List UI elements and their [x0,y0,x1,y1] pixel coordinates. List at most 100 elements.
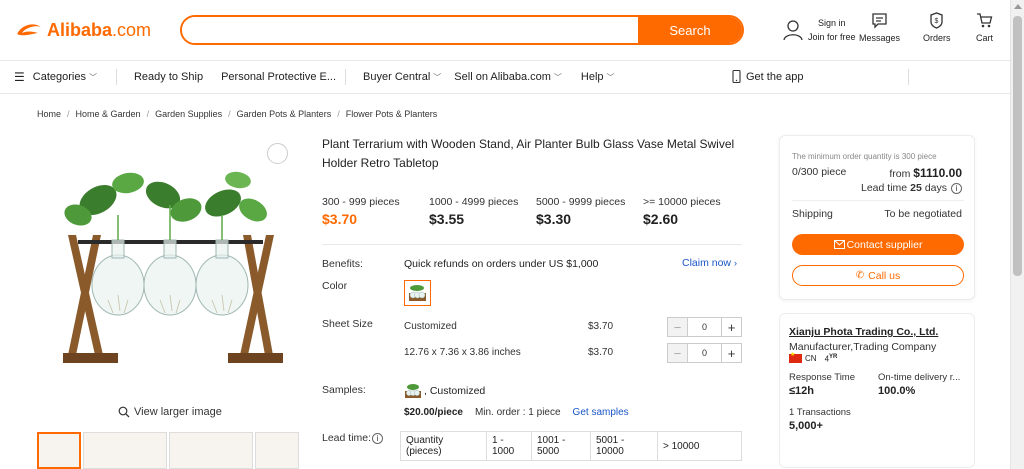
supplier-type: Manufacturer,Trading Company [789,341,937,353]
phone-icon: ✆ [855,270,865,281]
decrement-button[interactable]: − [667,343,688,363]
decrement-button[interactable]: − [667,317,688,337]
sample-thumbnail [405,384,421,398]
search-input[interactable] [182,17,638,43]
tier-quantity: 5000 - 9999 pieces [536,196,626,208]
tier-price: $3.30 [536,211,572,227]
breadcrumb-item[interactable]: Garden Pots & Planters [237,109,332,119]
phone-icon [732,70,741,83]
product-main-image[interactable] [58,155,283,385]
claim-now-link[interactable]: Claim now › [682,257,737,269]
sample-price: $20.00/piece [404,407,463,418]
signin-link[interactable]: Sign in Join for free [782,16,856,44]
price-tiers: 300 - 999 pieces $3.70 1000 - 4999 piece… [322,196,750,227]
supplier-name-link[interactable]: Xianju Phota Trading Co., Ltd. [789,326,938,338]
quantity-input[interactable]: 0 [688,317,721,337]
breadcrumb-item[interactable]: Home [37,109,61,119]
scroll-up-arrow-icon[interactable] [1014,4,1022,9]
messages-link[interactable]: Messages [859,12,900,43]
nav-help[interactable]: Help ﹀ [571,68,624,86]
logo-suffix: .com [112,19,152,40]
site-header: Alibaba .com Search Sign in Join for free… [0,0,1010,60]
breadcrumb-item[interactable]: Garden Supplies [155,109,222,119]
sample-option[interactable]: , Customized [404,383,485,399]
get-app-link[interactable]: Get the app [732,70,804,83]
breadcrumb-item[interactable]: Home & Garden [76,109,141,119]
breadcrumb-separator: / [146,109,150,119]
search-button[interactable]: Search [638,17,742,43]
color-option[interactable] [404,280,431,306]
nav-ready-to-ship[interactable]: Ready to Ship [117,68,212,86]
thumbnail-image[interactable] [169,432,253,469]
size-option-name: 12.76 x 7.36 x 3.86 inches [404,347,521,358]
scrollbar-thumb[interactable] [1013,16,1022,276]
increment-button[interactable]: + [721,317,742,337]
sheet-size-label: Sheet Size [322,318,373,330]
breadcrumb-item[interactable]: Flower Pots & Planters [346,109,438,119]
price-tier: >= 10000 pieces $2.60 [643,196,750,227]
get-samples-link[interactable]: Get samples [573,407,629,418]
nav-buyer-central[interactable]: Buyer Central ﹀ [346,68,450,86]
nav-ready-to-ship-label: Ready to Ship [133,71,204,83]
orders-label: Orders [923,33,951,43]
search-bar: Search [180,15,744,45]
thumbnail-image[interactable] [37,432,81,469]
info-icon[interactable]: i [951,182,962,194]
tier-price: $3.55 [429,211,465,227]
increment-button[interactable]: + [721,343,742,363]
china-flag-icon [789,351,802,364]
svg-text:$: $ [935,18,939,25]
response-time-value: ≤12h [789,385,814,397]
quantity-input[interactable]: 0 [688,343,721,363]
lead-time-table: Quantity (pieces) 1 - 1000 1001 - 5000 5… [400,431,742,461]
table-row: Quantity (pieces) 1 - 1000 1001 - 5000 5… [400,431,742,461]
cart-label: Cart [976,33,994,43]
info-icon[interactable]: i [372,432,384,444]
price-tier: 300 - 999 pieces $3.70 [322,196,429,227]
signin-label: Sign in [818,18,846,28]
response-time-label: Response Time [789,372,856,383]
nav-sell[interactable]: Sell on Alibaba.com ﹀ [450,68,571,86]
cart-link[interactable]: Cart [976,12,993,43]
product-title: Plant Terrarium with Wooden Stand, Air P… [322,137,735,170]
cart-icon [977,13,993,28]
chevron-down-icon: ﹀ [606,72,615,82]
table-cell: > 10000 [657,431,742,461]
benefits-text: Quick refunds on orders under US $1,000 [404,258,599,270]
nav-ppe[interactable]: Personal Protective E... [212,68,345,86]
nav-categories[interactable]: ☰ Categories ﹀ [0,68,106,86]
orders-icon: $ [930,12,943,29]
contact-supplier-button[interactable]: Contact supplier [792,234,964,255]
table-cell: 1001 - 5000 [531,431,591,461]
menu-icon: ☰ [14,70,25,84]
tier-quantity: >= 10000 pieces [643,196,721,208]
view-larger-label: View larger image [134,406,222,418]
price-tier: 1000 - 4999 pieces $3.55 [429,196,536,227]
years-suffix: YR [829,354,838,360]
user-icon [783,20,803,41]
thumbnail-image[interactable] [255,432,299,469]
size-option-name: Customized [404,321,457,332]
country-code: CN [805,354,817,364]
view-larger-link[interactable]: View larger image [118,406,222,418]
top-nav: ☰ Categories ﹀ Ready to Ship Personal Pr… [0,60,1010,94]
tier-quantity: 1000 - 4999 pieces [429,196,519,208]
shipping-value: To be negotiated [884,208,962,220]
thumbnail-image[interactable] [83,432,167,469]
get-app-label: Get the app [746,70,804,83]
page-scrollbar[interactable] [1010,0,1024,469]
on-time-delivery-value: 100.0% [878,385,916,397]
lead-time-unit: days [924,182,947,194]
message-icon [872,13,887,29]
breadcrumb-separator: / [67,109,70,119]
alibaba-logo[interactable]: Alibaba .com [14,19,151,41]
samples-label: Samples: [322,384,366,396]
favorite-button[interactable] [267,143,288,164]
orders-link[interactable]: $ Orders [923,12,951,43]
call-us-button[interactable]: ✆ Call us [792,265,964,286]
breadcrumb: Home / Home & Garden / Garden Supplies / Ga… [37,109,437,119]
chevron-right-icon: › [733,258,737,268]
chevron-down-icon: ﹀ [433,72,442,82]
from-label: from [889,168,911,180]
logo-text: Alibaba [47,19,113,40]
